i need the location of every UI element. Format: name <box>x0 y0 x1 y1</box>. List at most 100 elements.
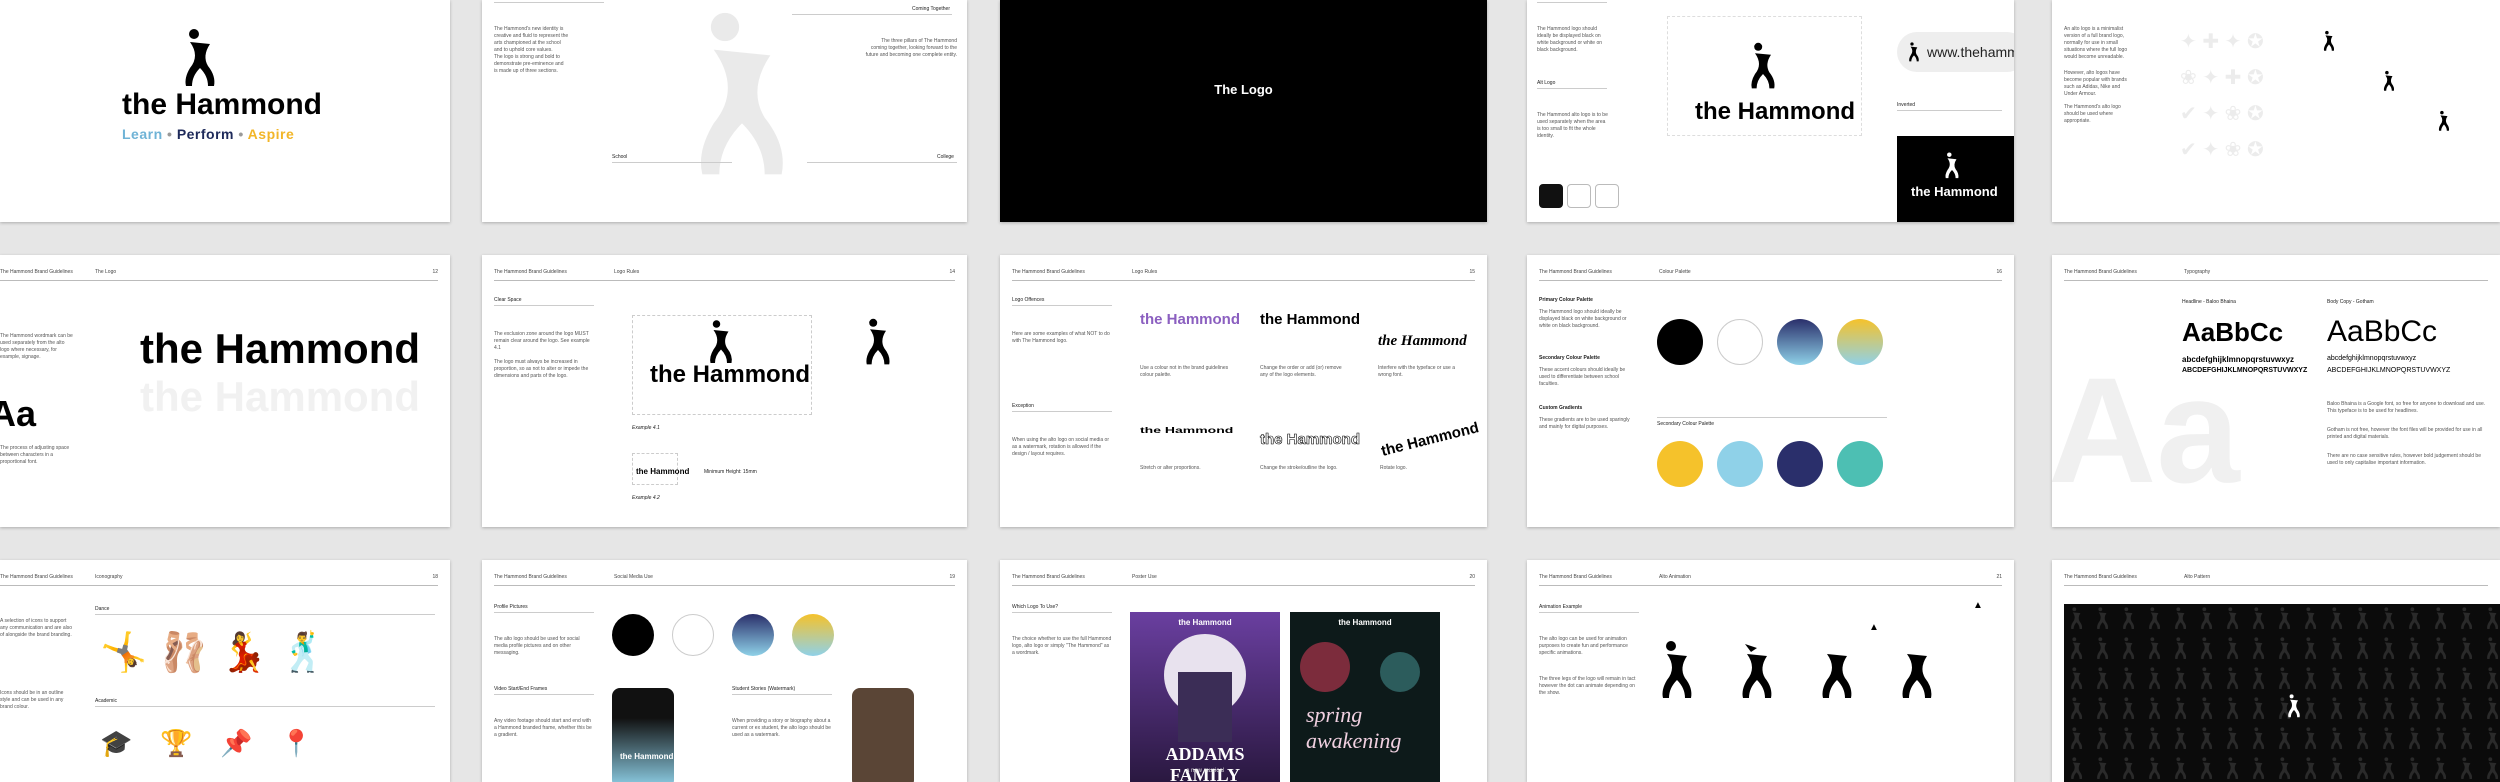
alto-mark-icon <box>1751 42 1775 89</box>
video-label: Video Start/End Frames <box>494 686 548 692</box>
url-text: www.thehammond <box>1927 44 2014 60</box>
academic-label: Academic <box>95 698 117 704</box>
offence-stretch: the Hammond <box>1140 425 1234 435</box>
dancer-jump-icon: 🕺 <box>280 632 328 674</box>
profile-black[interactable] <box>612 614 654 656</box>
headline-sample: AaBbCc <box>2182 317 2284 347</box>
coming-together-label: Coming Together <box>912 6 950 12</box>
clear-space-label: Clear Space <box>494 297 522 303</box>
page-typography[interactable]: The Hammond Brand Guidelines Typography A… <box>2052 255 2500 527</box>
dance-label: Dance <box>95 606 110 612</box>
exception-label: Exception <box>1012 403 1034 409</box>
wordmark-fade: the Hammond <box>140 373 421 420</box>
phone-story-frame <box>852 688 914 782</box>
swatch-yellow[interactable] <box>1657 441 1703 487</box>
page-pillars[interactable]: The Hammond's new identity is creative an… <box>482 0 967 222</box>
anim-frame-2-icon <box>1742 644 1772 698</box>
logo-offences-label: Logo Offences <box>1012 297 1045 303</box>
offence-outline: the Hammond <box>1260 431 1361 449</box>
anim-frame-4-icon <box>1902 654 1932 698</box>
dancer-leap-icon: 🤸 <box>100 632 148 674</box>
page-social-media[interactable]: The Hammond Brand Guidelines Social Media… <box>482 560 967 782</box>
app-icon-black[interactable] <box>1539 184 1563 208</box>
inverted-logo-tile: the Hammond <box>1897 136 2014 222</box>
wordmark-clearspace: the Hammond <box>650 361 811 388</box>
kerning-crop: Aa <box>0 393 37 434</box>
app-icon-outline[interactable] <box>1595 184 1619 208</box>
offence-reorder: the Hammond <box>1260 311 1361 328</box>
poster-addams[interactable]: the Hammond ADDAMS FAMILY a new musical <box>1130 612 1280 782</box>
page-the-logo[interactable]: The Logo <box>1000 0 1487 222</box>
page-clear-space[interactable]: The Hammond Brand Guidelines Logo Rules 14… <box>482 255 967 527</box>
dancer-spin-icon: 💃 <box>220 632 268 674</box>
swatch-black[interactable] <box>1657 319 1703 365</box>
stories-label: Student Stories (Watermark) <box>732 686 796 692</box>
tagline: Learn • Perform • Aspire <box>122 126 295 142</box>
swatch-lightblue[interactable] <box>1717 441 1763 487</box>
inverted-label: Inverted <box>1897 102 1916 108</box>
app-icon-white[interactable] <box>1567 184 1591 208</box>
pillars-text: The three pillars of The Hammond coming t… <box>865 38 957 58</box>
tagline-perform: Perform <box>176 126 234 142</box>
primary-title: Primary Colour Palette <box>1539 297 1593 303</box>
anim-frame-1-icon <box>1662 641 1692 698</box>
page-cover-logo[interactable]: the Hammond Learn • Perform • Aspire <box>0 0 450 222</box>
profile-gradient-blue[interactable] <box>732 614 774 656</box>
secondary-title: Secondary Colour Palette <box>1539 355 1600 361</box>
alto-mark-icon <box>866 318 890 365</box>
profile-white[interactable] <box>672 614 714 656</box>
wordmark-large: the Hammond <box>140 325 421 372</box>
intro-text: The Hammond's new identity is creative an… <box>494 26 569 74</box>
profile-label: Profile Pictures <box>494 604 528 610</box>
page-alt-logo[interactable]: The Hammond logo should ideally be displ… <box>1527 0 2014 222</box>
brand-guideline-board: the Hammond Learn • Perform • Aspire The… <box>0 0 2500 782</box>
offence-rotate: the Hammond <box>1379 419 1481 460</box>
page-iconography[interactable]: The Hammond Brand Guidelines Iconography 1… <box>0 560 450 782</box>
page-logo-offences[interactable]: The Hammond Brand Guidelines Logo Rules 15… <box>1000 255 1487 527</box>
swatch-gradient-yellow[interactable] <box>1837 319 1883 365</box>
alto-small-icon <box>1909 42 1919 62</box>
offence-wrong-font: the Hammond <box>1378 333 1467 349</box>
graduation-cap-icon: 🎓 <box>100 728 133 758</box>
swatch-white[interactable] <box>1717 319 1763 365</box>
anim-example-label: Animation Example <box>1539 604 1583 610</box>
page-alto-comparison[interactable]: An alto logo is a minimalist version of … <box>2052 0 2500 222</box>
college-label: College <box>937 154 954 160</box>
house-shape <box>1178 672 1232 742</box>
swatch-navy[interactable] <box>1777 441 1823 487</box>
section-title: The Logo <box>1214 82 1273 97</box>
page-colour-palette[interactable]: The Hammond Brand Guidelines Colour Palet… <box>1527 255 2014 527</box>
which-logo-label: Which Logo To Use? <box>1012 604 1059 610</box>
alto-highlight-icon <box>2288 694 2300 718</box>
alto-pattern-icon <box>2064 604 2500 782</box>
bat-flying-icon: ▲ <box>1973 600 1983 611</box>
trophy-icon: 🏆 <box>160 728 193 758</box>
alt-logo-label: Alt Logo <box>1537 80 1556 86</box>
alto-mark-icon <box>185 29 215 86</box>
swatch-teal[interactable] <box>1837 441 1883 487</box>
body-label: Body Copy - Gotham <box>2327 299 2374 305</box>
large-alto-watermark-icon <box>700 12 783 175</box>
dancer-ballet-icon: 🩰 <box>160 632 208 674</box>
tagline-aspire: Aspire <box>247 126 295 142</box>
swatch-gradient-blue[interactable] <box>1777 319 1823 365</box>
pattern-block <box>2064 604 2500 782</box>
page-alto-pattern[interactable]: The Hammond Brand Guidelines Alto Pattern <box>2052 560 2500 782</box>
wordmark-inverted: the Hammond <box>1911 184 1998 199</box>
alto-mark-icon <box>1945 152 1959 179</box>
headline-label: Headline - Baloo Bhaina <box>2182 299 2236 305</box>
phone-video-frame <box>612 688 674 782</box>
location-icon: 📍 <box>280 728 313 758</box>
alto-mark-icon <box>2323 30 2335 51</box>
profile-gradient-yellow[interactable] <box>792 614 834 656</box>
page-alto-animation[interactable]: The Hammond Brand Guidelines Alto Animati… <box>1527 560 2014 782</box>
wordmark: the Hammond <box>1695 98 1856 125</box>
example-4-2: Example 4.2 <box>632 495 660 501</box>
page-poster-use[interactable]: The Hammond Brand Guidelines Poster Use 20… <box>1000 560 1487 782</box>
poster-spring-awakening[interactable]: the Hammond spring awakening <box>1290 612 1440 782</box>
alto-mark-icon <box>2383 70 2395 91</box>
page-logo-wordmark[interactable]: The Hammond Brand Guidelines The Logo 12 T… <box>0 255 450 527</box>
wordmark: the Hammond <box>122 88 323 121</box>
bat-icon: ▲ <box>1869 622 1879 633</box>
wordmark-small: the Hammond <box>636 467 690 476</box>
